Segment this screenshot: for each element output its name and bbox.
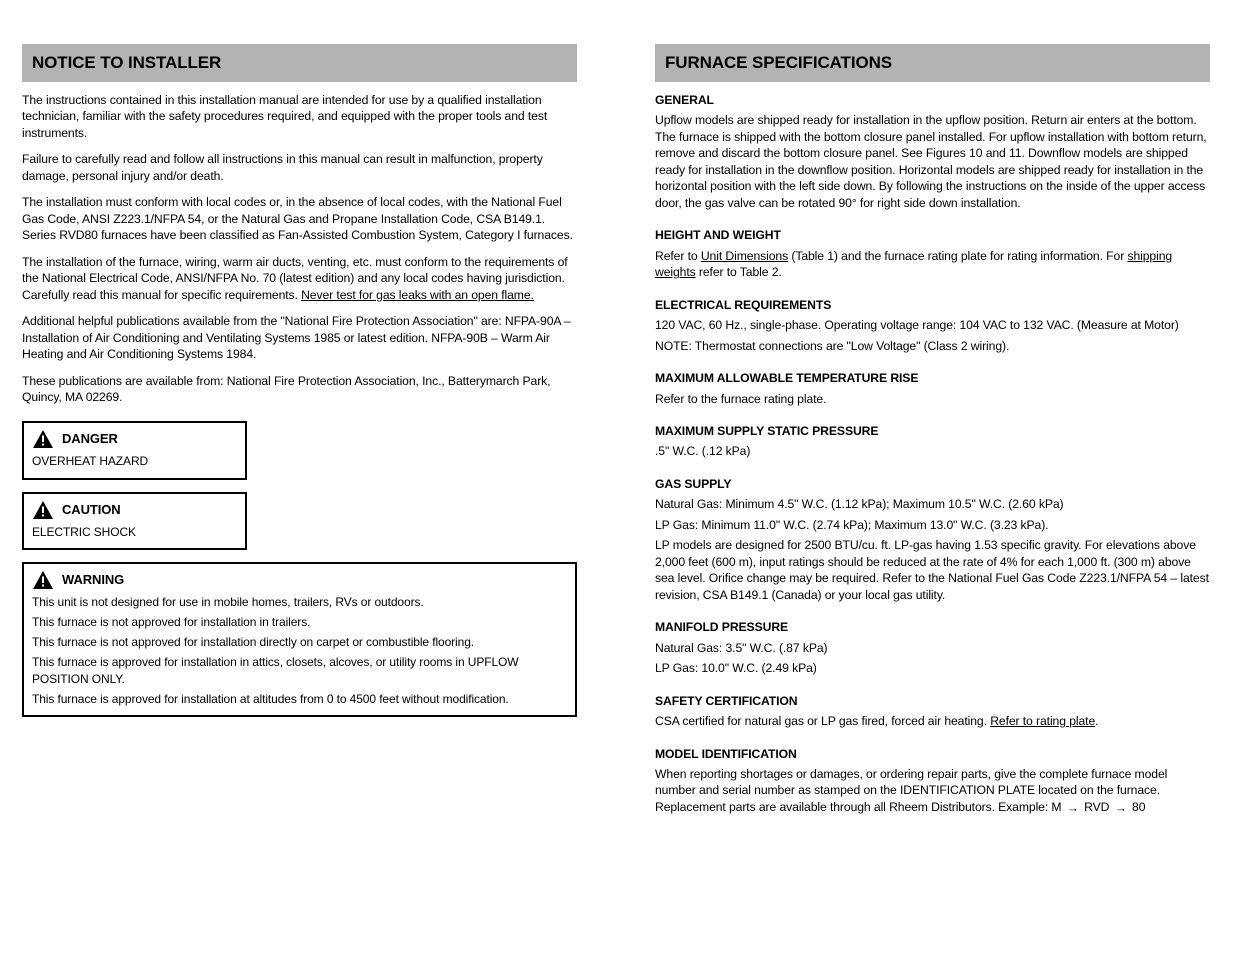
left-paragraph-2: Failure to carefully read and follow all… xyxy=(22,151,577,184)
subhead-manifold: MANIFOLD PRESSURE xyxy=(655,619,1210,635)
electrical-note: NOTE: Thermostat connections are "Low Vo… xyxy=(655,338,1210,354)
subhead-max-rise: MAXIMUM ALLOWABLE TEMPERATURE RISE xyxy=(655,370,1210,386)
column-right: FURNACE SPECIFICATIONS GENERAL Upflow mo… xyxy=(655,44,1210,954)
warning-label: WARNING xyxy=(62,570,124,590)
subhead-safety-cert: SAFETY CERTIFICATION xyxy=(655,693,1210,709)
caution-text: ELECTRIC SHOCK xyxy=(32,524,237,540)
electrical-paragraph: 120 VAC, 60 Hz., single-phase. Operating… xyxy=(655,317,1210,333)
safety-suffix: . xyxy=(1095,714,1098,728)
warning-triangle-icon xyxy=(32,570,54,590)
hw-mid: (Table 1) and the furnace rating plate f… xyxy=(788,249,1127,263)
caution-label: CAUTION xyxy=(62,500,121,520)
manifold-2: LP Gas: 10.0" W.C. (2.49 kPa) xyxy=(655,660,1210,676)
warning-item-4: This furnace is approved for installatio… xyxy=(32,654,567,686)
subhead-model-id: MODEL IDENTIFICATION xyxy=(655,746,1210,762)
gas-supply-3: LP models are designed for 2500 BTU/cu. … xyxy=(655,537,1210,603)
height-weight-paragraph: Refer to Unit Dimensions (Table 1) and t… xyxy=(655,248,1210,281)
danger-box: DANGER OVERHEAT HAZARD xyxy=(22,421,247,479)
model-id-paragraph: When reporting shortages or damages, or … xyxy=(655,766,1210,815)
caution-box: CAUTION ELECTRIC SHOCK xyxy=(22,492,247,550)
unit-dimensions-link[interactable]: Unit Dimensions xyxy=(701,249,788,263)
warning-item-2: This furnace is not approved for install… xyxy=(32,614,567,630)
left-paragraph-3: The installation must conform with local… xyxy=(22,194,577,243)
safety-prefix: CSA certified for natural gas or LP gas … xyxy=(655,714,990,728)
hw-suffix: refer to Table 2. xyxy=(696,265,782,279)
danger-label: DANGER xyxy=(62,429,118,449)
max-rise-paragraph: Refer to the furnace rating plate. xyxy=(655,391,1210,407)
left-paragraph-6: These publications are available from: N… xyxy=(22,373,577,406)
danger-text: OVERHEAT HAZARD xyxy=(32,453,237,469)
rating-plate-link[interactable]: Refer to rating plate xyxy=(990,714,1095,728)
warning-item-3: This furnace is not approved for install… xyxy=(32,634,567,650)
mi-mid: RVD xyxy=(1081,800,1110,814)
warning-item-1: This unit is not designed for use in mob… xyxy=(32,594,567,610)
subhead-gas-supply: GAS SUPPLY xyxy=(655,476,1210,492)
subhead-electrical: ELECTRICAL REQUIREMENTS xyxy=(655,297,1210,313)
subhead-general: GENERAL xyxy=(655,92,1210,108)
page: NOTICE TO INSTALLER The instructions con… xyxy=(0,0,1235,954)
arrow-right-icon: → xyxy=(1067,800,1079,816)
subhead-max-static: MAXIMUM SUPPLY STATIC PRESSURE xyxy=(655,423,1210,439)
column-left: NOTICE TO INSTALLER The instructions con… xyxy=(22,44,577,954)
left-paragraph-4: The installation of the furnace, wiring,… xyxy=(22,254,577,303)
hw-prefix: Refer to xyxy=(655,249,701,263)
never-test-warning: Never test for gas leaks with an open fl… xyxy=(301,288,534,302)
subhead-height-weight: HEIGHT AND WEIGHT xyxy=(655,227,1210,243)
warning-triangle-icon xyxy=(32,500,54,520)
safety-cert-paragraph: CSA certified for natural gas or LP gas … xyxy=(655,713,1210,729)
section-title-left: NOTICE TO INSTALLER xyxy=(22,44,577,82)
section-title-right: FURNACE SPECIFICATIONS xyxy=(655,44,1210,82)
left-paragraph-1: The instructions contained in this insta… xyxy=(22,92,577,141)
arrow-right-icon: → xyxy=(1115,800,1127,816)
warning-box: WARNING This unit is not designed for us… xyxy=(22,562,577,717)
gas-supply-2: LP Gas: Minimum 11.0" W.C. (2.74 kPa); M… xyxy=(655,517,1210,533)
manifold-1: Natural Gas: 3.5" W.C. (.87 kPa) xyxy=(655,640,1210,656)
mi-suffix: 80 xyxy=(1129,800,1146,814)
warning-item-5: This furnace is approved for installatio… xyxy=(32,691,567,707)
left-paragraph-5: Additional helpful publications availabl… xyxy=(22,313,577,362)
max-static-paragraph: .5" W.C. (.12 kPa) xyxy=(655,443,1210,459)
warning-triangle-icon xyxy=(32,429,54,449)
general-paragraph: Upflow models are shipped ready for inst… xyxy=(655,112,1210,211)
gas-supply-1: Natural Gas: Minimum 4.5" W.C. (1.12 kPa… xyxy=(655,496,1210,512)
